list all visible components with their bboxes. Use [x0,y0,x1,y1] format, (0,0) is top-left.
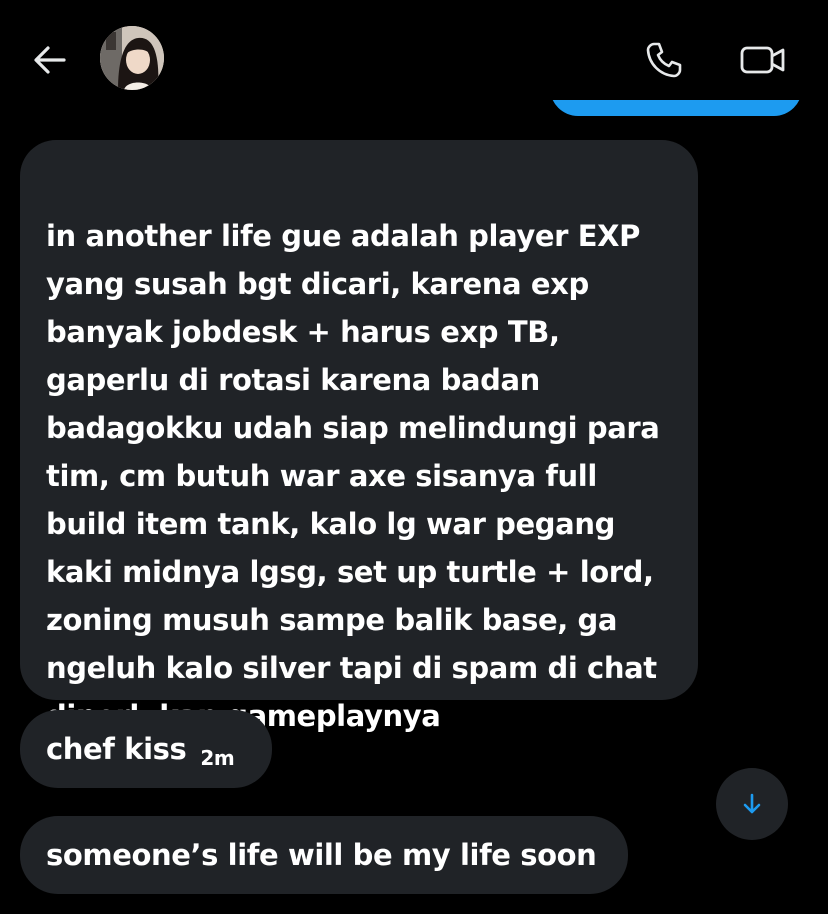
arrow-down-icon [743,793,761,814]
received-message-bubble[interactable]: in another life gue adalah player EXP ya… [20,140,698,733]
phone-icon [646,42,682,78]
message-timestamp: 2m [200,746,235,770]
message-text: chef kiss [46,732,187,766]
scroll-to-bottom-button[interactable] [716,768,788,840]
message-text: in another life gue adalah player EXP ya… [46,219,660,733]
video-camera-icon [740,46,785,74]
arrow-left-icon [34,46,66,74]
user-avatar [100,26,164,90]
voice-call-button[interactable] [640,36,688,84]
avatar[interactable] [100,26,164,90]
received-message-bubble[interactable]: chef kiss 2m [20,710,272,788]
conversation-header [0,0,828,110]
message-text: someone’s life will be my life soon [46,838,597,872]
video-call-button[interactable] [736,36,790,84]
received-message-bubble[interactable]: someone’s life will be my life soon [20,816,628,894]
back-button[interactable] [28,38,72,82]
